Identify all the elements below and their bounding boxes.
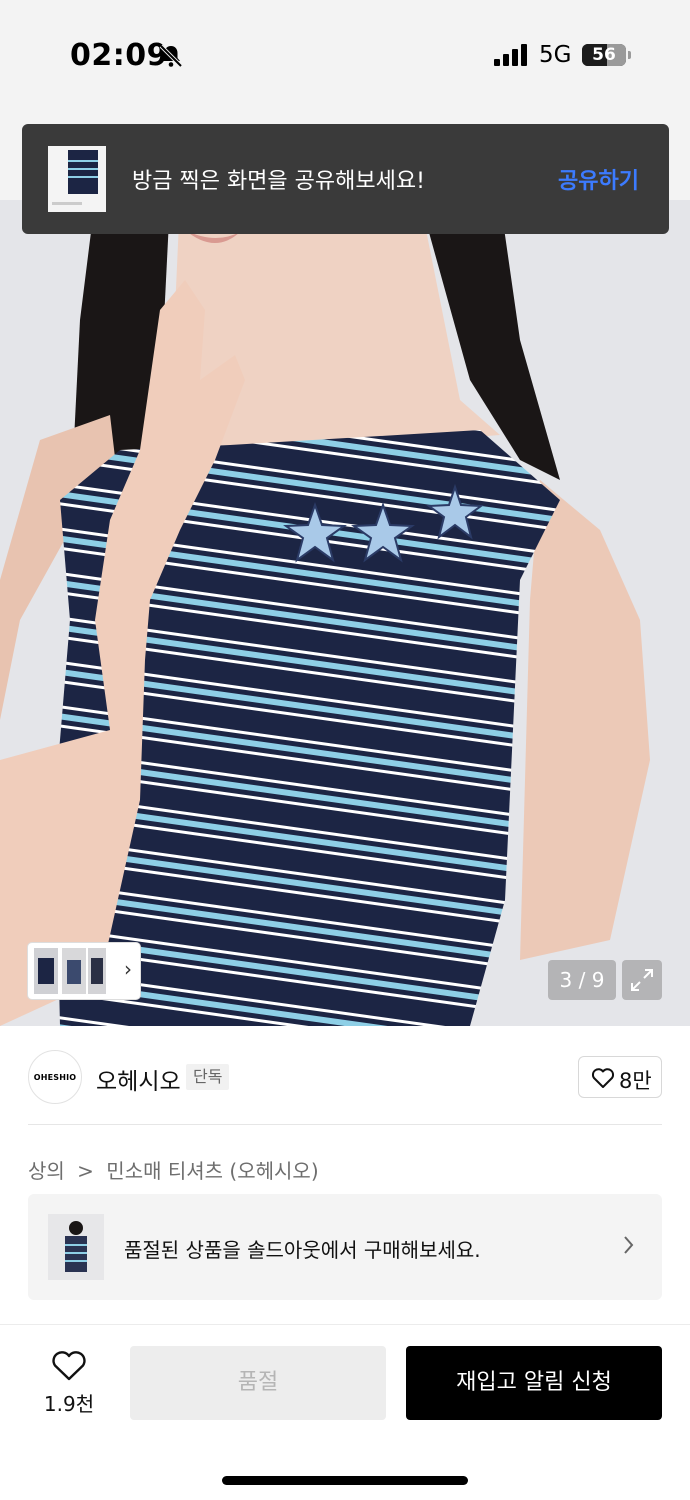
- battery-icon: 56: [582, 44, 626, 66]
- restock-alert-button[interactable]: 재입고 알림 신청: [406, 1346, 662, 1420]
- soldout-redirect-banner[interactable]: 품절된 상품을 솔드아웃에서 구매해보세요.: [28, 1194, 662, 1300]
- wishlist-button[interactable]: 1.9천: [36, 1348, 102, 1418]
- breadcrumb-separator: >: [77, 1159, 94, 1183]
- bell-off-icon: [159, 44, 183, 68]
- chevron-right-icon: [624, 1236, 634, 1254]
- brand-like-button[interactable]: 8만: [578, 1056, 662, 1098]
- breadcrumb-subcategory[interactable]: 민소매 티셔츠 (오헤시오): [106, 1159, 318, 1183]
- wishlist-count: 1.9천: [43, 1392, 95, 1416]
- thumbnail-image[interactable]: [34, 948, 58, 994]
- heart-icon: [52, 1351, 86, 1381]
- exclusive-badge: 단독: [186, 1064, 230, 1090]
- brand-like-count: 8만: [619, 1069, 652, 1093]
- expand-icon[interactable]: [622, 960, 662, 1000]
- image-thumbnail-strip[interactable]: ›: [28, 943, 140, 999]
- network-label: 5G: [539, 42, 572, 68]
- image-pager: 3 / 9: [548, 960, 616, 1000]
- battery-cap: [628, 51, 631, 59]
- divider: [28, 1124, 662, 1125]
- home-indicator: [222, 1476, 468, 1485]
- toast-screenshot-thumbnail: [48, 146, 106, 212]
- thumbnail-image[interactable]: [88, 948, 106, 994]
- battery-level: 56: [592, 45, 616, 65]
- breadcrumb-category[interactable]: 상의: [28, 1159, 65, 1183]
- share-toast: 방금 찍은 화면을 공유해보세요! 공유하기: [22, 124, 669, 234]
- brand-name[interactable]: 오헤시오: [96, 1062, 181, 1096]
- chevron-right-icon[interactable]: ›: [124, 957, 132, 981]
- share-button[interactable]: 공유하기: [558, 163, 639, 195]
- thumbnail-image[interactable]: [62, 948, 86, 994]
- brand-logo[interactable]: OHESHIO: [28, 1050, 82, 1104]
- product-image[interactable]: [0, 200, 690, 1026]
- soldout-product-thumbnail: [48, 1214, 104, 1280]
- heart-icon: [591, 1068, 615, 1088]
- soldout-banner-text: 품절된 상품을 솔드아웃에서 구매해보세요.: [124, 1238, 481, 1262]
- signal-icon: [494, 44, 527, 66]
- divider: [0, 1324, 690, 1325]
- breadcrumb: 상의 > 민소매 티셔츠 (오헤시오): [28, 1155, 325, 1184]
- soldout-button: 품절: [130, 1346, 386, 1420]
- status-time: 02:09: [70, 38, 168, 73]
- toast-message: 방금 찍은 화면을 공유해보세요!: [132, 169, 425, 194]
